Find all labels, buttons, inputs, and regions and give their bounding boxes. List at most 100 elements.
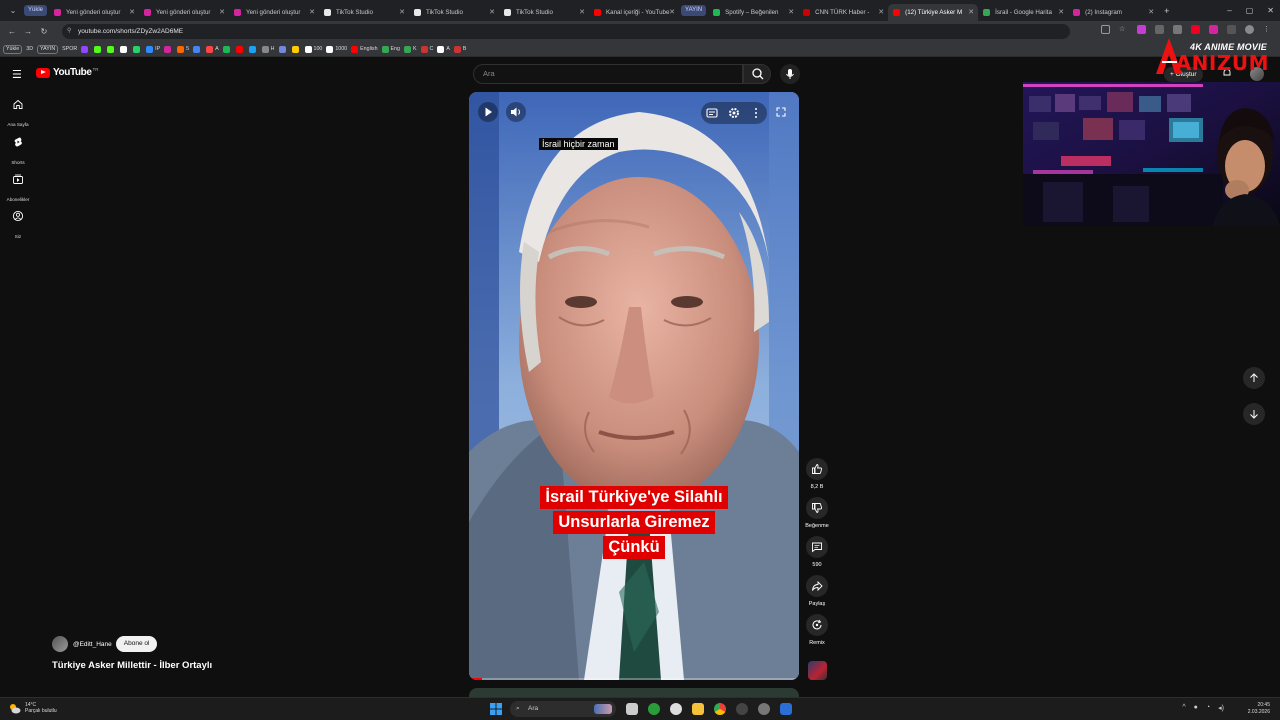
voice-search-button[interactable]: [780, 64, 800, 84]
reload-button[interactable]: ↻: [36, 27, 52, 36]
fullscreen-button[interactable]: [771, 102, 791, 122]
share-action[interactable]: Paylaş: [805, 575, 829, 607]
search-button[interactable]: [743, 64, 771, 84]
bookmark-item[interactable]: K: [403, 45, 417, 53]
forward-button[interactable]: →: [20, 27, 36, 36]
bookmark-item[interactable]: [81, 45, 90, 53]
tab-close-icon[interactable]: ✕: [878, 4, 884, 21]
bookmark-item[interactable]: IP: [146, 45, 160, 53]
tab-close-icon[interactable]: ✕: [399, 4, 405, 21]
bookmark-item[interactable]: [193, 45, 202, 53]
next-video-button[interactable]: [1243, 403, 1265, 425]
share-button[interactable]: [806, 575, 828, 597]
maximize-button[interactable]: ▢: [1246, 6, 1254, 15]
volume-tray-icon[interactable]: ◂): [1218, 704, 1224, 712]
app-icon[interactable]: [780, 703, 792, 715]
bookmark-item[interactable]: [120, 45, 129, 53]
bookmark-item[interactable]: SPOR: [62, 46, 77, 52]
bookmark-item[interactable]: C: [420, 45, 433, 53]
bookmark-item[interactable]: Eng: [381, 45, 400, 53]
tab-close-icon[interactable]: ✕: [1148, 4, 1154, 21]
tab-close-icon[interactable]: ✕: [788, 4, 794, 21]
bookmark-item[interactable]: [107, 45, 116, 53]
chrome-icon[interactable]: [714, 703, 726, 715]
bookmark-item[interactable]: [164, 45, 173, 53]
settings-icon[interactable]: [758, 703, 770, 715]
clock[interactable]: 20:45 2.03.2026: [1248, 702, 1270, 716]
browser-tab[interactable]: Yeni gönderi oluştur ✕: [139, 4, 229, 21]
site-info-icon[interactable]: ⚲: [67, 24, 71, 39]
settings-gear-icon[interactable]: [723, 102, 745, 124]
bookmark-item[interactable]: 1000: [326, 45, 347, 53]
browser-tab[interactable]: (12) Türkiye Asker M ✕: [888, 4, 979, 21]
tray-chevron-icon[interactable]: ^: [1182, 704, 1185, 712]
bookmark-item[interactable]: YAYIN: [37, 44, 59, 54]
play-button[interactable]: [478, 102, 498, 122]
network-icon[interactable]: ◔: [1206, 704, 1210, 712]
bookmark-item[interactable]: [278, 45, 288, 53]
mic-tray-icon[interactable]: ●: [1194, 704, 1198, 712]
captions-icon[interactable]: [701, 102, 723, 124]
bookmark-item[interactable]: H: [261, 45, 275, 53]
tab-close-icon[interactable]: ✕: [309, 4, 315, 21]
bookmark-item[interactable]: Yükle: [3, 44, 23, 54]
menu-icon[interactable]: ⋮: [1263, 25, 1272, 34]
browser-tab[interactable]: TikTok Studio ✕: [499, 4, 589, 21]
browser-tab[interactable]: İsrail - Google Harita ✕: [978, 4, 1068, 21]
previous-video-button[interactable]: [1243, 367, 1265, 389]
new-tab-button[interactable]: +: [1164, 6, 1169, 16]
remix-button[interactable]: [806, 614, 828, 636]
url-field[interactable]: ⚲ youtube.com/shorts/ZDyZw2AD6ME: [62, 24, 1070, 39]
sidebar-item-siz[interactable]: Siz: [0, 210, 36, 243]
tab-close-icon[interactable]: ✕: [1058, 4, 1064, 21]
tab-close-icon[interactable]: ✕: [489, 4, 495, 21]
bookmark-item[interactable]: [235, 45, 245, 53]
extension-icon[interactable]: [1191, 25, 1200, 34]
browser-tab[interactable]: (2) Instagram ✕: [1068, 4, 1158, 21]
bookmark-item[interactable]: A: [437, 45, 450, 53]
bookmark-item[interactable]: English: [351, 45, 378, 53]
browser-tab[interactable]: Yeni gönderi oluştur ✕: [229, 4, 319, 21]
sidebar-item-ana-sayfa[interactable]: Ana Sayfa: [0, 98, 36, 131]
file-explorer-icon[interactable]: [692, 703, 704, 715]
bookmark-item[interactable]: [248, 45, 258, 53]
tab-close-icon[interactable]: ✕: [669, 4, 675, 21]
comments-action[interactable]: 590: [805, 536, 829, 568]
video-progress-bar[interactable]: [469, 678, 799, 680]
search-input[interactable]: Ara: [473, 64, 743, 84]
shorts-video-player[interactable]: İsrail hiçbir zaman İsrail Türkiye'ye Si…: [469, 92, 799, 680]
browser-tab[interactable]: Yeni gönderi oluştur ✕: [49, 4, 139, 21]
taskbar-search[interactable]: ⌕ Ara: [510, 701, 616, 717]
comments-button[interactable]: [806, 536, 828, 558]
browser-tab[interactable]: CNN TÜRK Haber - ✕: [798, 4, 888, 21]
volume-button[interactable]: [506, 102, 526, 122]
tab-close-icon[interactable]: ✕: [129, 4, 135, 21]
obs-icon[interactable]: [736, 703, 748, 715]
like-action[interactable]: 8,2 B: [805, 458, 829, 490]
bookmark-star-icon[interactable]: ☆: [1119, 25, 1128, 34]
install-icon[interactable]: [1101, 25, 1110, 34]
bookmark-item[interactable]: [133, 45, 142, 53]
bookmark-item[interactable]: 3D: [26, 46, 33, 52]
task-view-icon[interactable]: [626, 703, 638, 715]
steam-icon[interactable]: [670, 703, 682, 715]
minimize-button[interactable]: –: [1227, 6, 1231, 15]
bookmark-item[interactable]: 5: [177, 45, 189, 53]
sidebar-item-shorts[interactable]: Shorts: [0, 136, 36, 169]
bookmark-item[interactable]: [291, 45, 301, 53]
channel-avatar[interactable]: [52, 636, 68, 652]
dislike-action[interactable]: Beğenme: [805, 497, 829, 529]
sidebar-item-abonelikler[interactable]: Abonelikler: [0, 173, 36, 206]
remix-action[interactable]: Remix: [805, 614, 829, 646]
youtube-logo[interactable]: YouTube TR: [36, 67, 99, 78]
bookmark-item[interactable]: A: [206, 45, 219, 53]
profile-avatar[interactable]: [1245, 25, 1254, 34]
browser-tab[interactable]: TikTok Studio ✕: [319, 4, 409, 21]
tab-close-icon[interactable]: ✕: [968, 4, 974, 21]
video-title[interactable]: Türkiye Asker Millettir - İlber Ortaylı: [52, 660, 212, 671]
bookmark-item[interactable]: [94, 45, 103, 53]
xbox-icon[interactable]: [648, 703, 660, 715]
extension-icon[interactable]: [1209, 25, 1218, 34]
tab-close-icon[interactable]: ✕: [579, 4, 585, 21]
bookmark-item[interactable]: 100: [304, 45, 322, 53]
